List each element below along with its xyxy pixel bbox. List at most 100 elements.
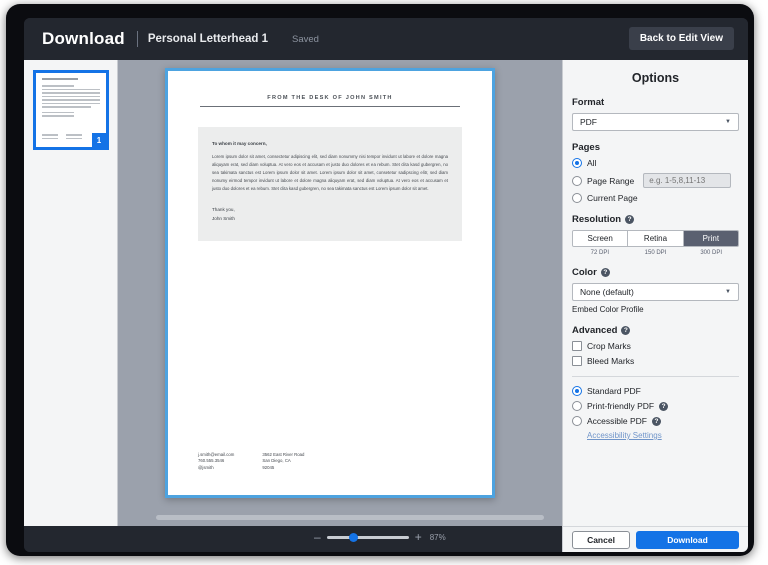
resolution-label: Resolution ?: [572, 214, 739, 225]
radio-pages-current[interactable]: Current Page: [572, 193, 739, 203]
footer-address-column: 3562 East River Road San Diego, CA 92045: [262, 452, 304, 472]
thumbnail-letterhead: [42, 78, 78, 80]
footer-contact-column: j.smith@email.com 760.555.3546 @jsmith: [198, 452, 234, 472]
letter-footer: j.smith@email.com 760.555.3546 @jsmith 3…: [198, 452, 304, 472]
dialog-actions: Cancel Download: [562, 526, 748, 552]
radio-label-all: All: [587, 158, 597, 168]
help-icon-color[interactable]: ?: [600, 268, 610, 277]
radio-icon-all: [572, 158, 582, 168]
letterhead-rule: [200, 106, 460, 108]
radio-icon-accessible-pdf: [572, 416, 582, 426]
chevron-down-icon: ▼: [725, 289, 731, 295]
radio-label-accessible-pdf: Accessible PDF: [587, 416, 647, 426]
radio-label-standard-pdf: Standard PDF: [587, 386, 641, 396]
page-number-badge: 1: [92, 133, 106, 147]
preview-canvas: FROM THE DESK OF JOHN SMITH To whom it m…: [118, 60, 562, 526]
color-label-text: Color: [572, 267, 597, 278]
radio-pages-range[interactable]: Page Range: [572, 173, 739, 188]
advanced-label: Advanced ?: [572, 325, 739, 336]
letter-signoff: Thank you, John Smith: [212, 205, 448, 223]
resolution-dpi-row: 72 DPI 150 DPI 300 DPI: [572, 250, 739, 256]
radio-standard-pdf[interactable]: Standard PDF: [572, 386, 739, 396]
format-group: Format PDF ▼: [572, 97, 739, 131]
radio-label-current: Current Page: [587, 193, 638, 203]
save-status: Saved: [291, 33, 319, 45]
thumbnail-body: [42, 85, 100, 117]
letter-closing: Thank you,: [212, 207, 235, 213]
device-bezel: Download Personal Letterhead 1 Saved Bac…: [6, 4, 754, 556]
color-group: Color ? None (default) ▼ Embed Color Pro…: [572, 267, 739, 314]
title-divider: [136, 31, 138, 47]
color-profile-select[interactable]: None (default) ▼: [572, 283, 739, 301]
help-icon-advanced[interactable]: ?: [621, 326, 631, 335]
radio-icon-standard-pdf: [572, 386, 582, 396]
zoom-slider[interactable]: [326, 532, 409, 542]
zoom-slider-handle[interactable]: [348, 532, 358, 542]
resolution-group: Resolution ? Screen Retina Print 72 DPI …: [572, 214, 739, 256]
dpi-print: 300 DPI: [700, 250, 723, 256]
radio-label-range: Page Range: [587, 175, 635, 186]
resolution-segmented-control: Screen Retina Print: [572, 230, 739, 247]
thumbnail-rail: 1: [24, 60, 118, 526]
help-icon-resolution[interactable]: ?: [625, 215, 635, 224]
advanced-group: Advanced ? Crop Marks Bleed Marks Standa…: [572, 325, 739, 440]
help-icon-print-friendly[interactable]: ?: [659, 401, 669, 411]
letterhead-heading: FROM THE DESK OF JOHN SMITH: [267, 95, 393, 101]
resolution-label-text: Resolution: [572, 214, 622, 225]
radio-pages-all[interactable]: All: [572, 158, 739, 168]
radio-label-print-friendly-pdf: Print-friendly PDF: [587, 401, 655, 411]
options-panel: Options Format PDF ▼ Pages All Page Rang…: [562, 60, 748, 526]
page-title: Download: [42, 29, 125, 48]
top-bar: Download Personal Letterhead 1 Saved Bac…: [24, 18, 748, 60]
resolution-option-retina[interactable]: Retina: [628, 231, 684, 246]
cancel-button[interactable]: Cancel: [572, 530, 630, 549]
letter-salutation: To whom it may concern,: [212, 141, 267, 147]
radio-icon-current: [572, 193, 582, 203]
radio-accessible-pdf[interactable]: Accessible PDF ?: [572, 416, 739, 426]
thumbnail-page-1[interactable]: 1: [33, 70, 109, 150]
zoom-out-icon[interactable]: –: [314, 531, 321, 543]
options-body: Format PDF ▼ Pages All Page Range e.g. 1…: [563, 97, 748, 440]
help-icon-accessible[interactable]: ?: [652, 416, 661, 426]
page-range-input[interactable]: [643, 173, 732, 188]
dpi-screen: 72 DPI: [590, 250, 609, 256]
color-profile-value: None (default): [580, 287, 634, 297]
radio-icon-print-friendly-pdf: [572, 401, 582, 411]
checkbox-label-bleed-marks: Bleed Marks: [587, 356, 635, 366]
format-label: Format: [572, 97, 605, 108]
checkbox-crop-marks[interactable]: Crop Marks: [572, 341, 739, 351]
zoom-control: – + 87%: [314, 531, 446, 543]
pages-label: Pages: [572, 142, 600, 153]
download-button[interactable]: Download: [636, 530, 739, 549]
checkbox-bleed-marks[interactable]: Bleed Marks: [572, 356, 739, 366]
checkbox-icon-bleed-marks: [572, 356, 582, 366]
advanced-divider: [572, 376, 739, 377]
dpi-retina: 150 DPI: [644, 250, 667, 256]
advanced-label-text: Advanced: [572, 325, 618, 336]
document-name: Personal Letterhead 1: [147, 33, 268, 45]
letter-body-block: To whom it may concern, Lorem ipsum dolo…: [198, 127, 462, 242]
accessibility-settings-link[interactable]: Accessibility Settings: [587, 431, 739, 440]
zoom-percentage: 87%: [429, 532, 446, 542]
radio-print-friendly-pdf[interactable]: Print-friendly PDF ?: [572, 401, 739, 411]
options-title: Options: [631, 71, 680, 85]
zoom-in-icon[interactable]: +: [415, 531, 422, 543]
back-to-edit-view-button[interactable]: Back to Edit View: [628, 27, 734, 50]
footer-handle: @jsmith: [198, 464, 214, 470]
radio-icon-range: [572, 175, 582, 186]
color-label: Color ?: [572, 267, 739, 278]
embed-color-profile-label: Embed Color Profile: [572, 305, 644, 314]
chevron-down-icon: ▼: [725, 119, 731, 125]
resolution-option-print[interactable]: Print: [683, 231, 738, 246]
horizontal-scrollbar[interactable]: [156, 515, 544, 520]
checkbox-label-crop-marks: Crop Marks: [587, 341, 631, 351]
format-value: PDF: [580, 117, 597, 127]
letter-signature: John Smith: [212, 216, 235, 222]
resolution-option-screen[interactable]: Screen: [573, 231, 629, 246]
pages-group: Pages All Page Range Current Page: [572, 142, 739, 203]
page-content: FROM THE DESK OF JOHN SMITH To whom it m…: [168, 71, 492, 495]
document-page[interactable]: FROM THE DESK OF JOHN SMITH To whom it m…: [165, 68, 495, 498]
checkbox-icon-crop-marks: [572, 341, 582, 351]
format-select[interactable]: PDF ▼: [572, 113, 739, 131]
thumbnail-footer: [42, 134, 82, 141]
